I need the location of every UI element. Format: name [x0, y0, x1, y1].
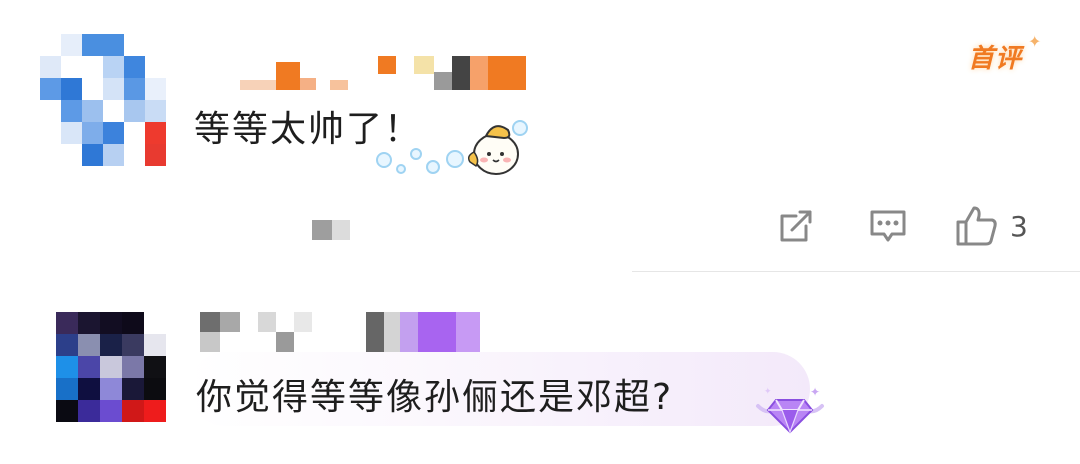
first-comment-badge: 首评 — [968, 44, 1023, 74]
divider — [632, 271, 1080, 272]
username-blurred[interactable] — [240, 54, 526, 90]
comment-actions: 3 — [772, 202, 1028, 250]
purple-diamond-badge-icon: ✦ ✦ — [752, 380, 828, 440]
share-icon[interactable] — [772, 202, 820, 250]
timestamp-blurred — [312, 220, 352, 240]
thumbs-up-icon[interactable] — [952, 202, 1000, 250]
reply-icon[interactable] — [864, 202, 912, 250]
svg-text:✦: ✦ — [764, 387, 772, 397]
like-count: 3 — [1010, 209, 1028, 243]
cartoon-bun-sticker — [372, 112, 542, 182]
comment-text: 你觉得等等像孙俪还是邓超? — [196, 377, 674, 418]
sparkle-icon: ✦ — [1028, 32, 1042, 51]
avatar[interactable] — [56, 312, 166, 422]
avatar[interactable] — [40, 34, 166, 166]
comment-item: 首评 ✦ 等等太帅了！ 3 — [0, 0, 1080, 272]
svg-text:✦: ✦ — [810, 385, 820, 399]
username-blurred[interactable] — [200, 312, 480, 352]
